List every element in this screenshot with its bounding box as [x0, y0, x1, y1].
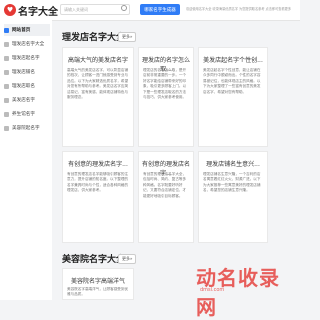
generate-button[interactable]: 哪家名字生成器 [140, 4, 180, 15]
sidebar-item-beauty-naming[interactable]: 美容院起名字 [4, 122, 50, 134]
section-title-beauty: 美容院名字大全 [62, 255, 126, 265]
site-logo[interactable]: ♥ 名字大全 [4, 3, 58, 18]
name-card[interactable]: 有创意的理发店名字... 有创意的理发店名字大全，包括时尚、简约、复古等多种风格… [138, 151, 194, 243]
logo-icon: ♥ [4, 4, 16, 16]
site-name: 名字大全 [18, 6, 58, 18]
sidebar-item-spa-names[interactable]: 养生馆名字 [4, 108, 50, 120]
more-button-beauty[interactable]: 更多» [118, 254, 137, 264]
list-icon [4, 83, 9, 89]
card-desc: 高端大气的美发店名字，可以彰显店铺的档次，让顾客一进门就感受到专业与品位。以下为… [67, 68, 129, 100]
list-icon [4, 41, 9, 47]
card-title: 理发店铺名生意兴... [206, 161, 260, 168]
card-title: 美发店起名字个性创... [203, 57, 263, 64]
watermark-url: dmsl.com [200, 287, 225, 293]
card-title: 美容院名字高端洋气 [70, 278, 125, 285]
name-card[interactable]: 理发店铺名生意兴... 理发店铺名生意兴隆，一个吉利的店名寓意着红红火火、财源广… [198, 151, 268, 243]
card-title: 有创意的理发店名字... [68, 161, 128, 168]
card-desc: 理发店的名字怎么取，是开店前非常重要的一步。一个好名字能给店铺带来好的印象，吸引… [143, 68, 187, 100]
site-notice: 欢迎使用名字大全 收录海量优质名字 为您提供取名参考 点击即可查看更多 [186, 7, 292, 11]
home-icon [4, 27, 9, 33]
sidebar-item-shop-names[interactable]: 理发店铺名 [4, 66, 50, 78]
sidebar-item-home[interactable]: 网站首页 [4, 24, 50, 36]
card-desc: 有创意的理发店名字大全，包括时尚、简约、复古等多种风格。名字既要好听好记，又要符… [143, 172, 187, 198]
search-input[interactable]: 请输入关键词 [60, 4, 130, 15]
sidebar: 网站首页 理发店名字大全 理发店起名字 理发店铺名 理发店取名 美发店名字 养生… [0, 20, 52, 300]
section-title-barber: 理发店名字大全 [62, 33, 126, 43]
card-desc: 美容院名字高端洋气，让顾客感受到优雅与品质。 [67, 287, 129, 297]
list-icon [4, 55, 9, 61]
card-desc: 理发店铺名生意兴隆，一个吉利的店名寓意着红红火火、财源广进。以下为大家推荐一些寓… [203, 172, 261, 193]
name-card[interactable]: 美容院名字高端洋气 美容院名字高端洋气，让顾客感受到优雅与品质。 [62, 268, 134, 300]
name-card[interactable]: 有创意的理发店名字... 有创意的理发店名字能够吸引顾客的注意力，提升店铺的知名… [62, 151, 134, 243]
card-title: 高端大气的美发店名字 [67, 57, 128, 64]
card-desc: 有创意的理发店名字能够吸引顾客的注意力，提升店铺的知名度。以下整理的名字兼具时尚… [67, 172, 129, 193]
name-card[interactable]: 高端大气的美发店名字 高端大气的美发店名字，可以彰显店铺的档次，让顾客一进门就感… [62, 47, 134, 147]
card-desc: 美发店起名字个性创意，能让店铺在众多同行中脱颖而出。个性的名字容易被记住，也能体… [203, 68, 261, 94]
sidebar-item-barber-naming[interactable]: 理发店起名字 [4, 52, 50, 64]
search-icon[interactable] [121, 5, 127, 11]
name-card[interactable]: 美发店起名字个性创... 美发店起名字个性创意，能让店铺在众多同行中脱颖而出。个… [198, 47, 268, 147]
sidebar-item-barber-names[interactable]: 理发店名字大全 [4, 38, 50, 50]
sidebar-item-salon-names[interactable]: 美发店名字 [4, 94, 50, 106]
name-card[interactable]: 理发店的名字怎么取... 理发店的名字怎么取，是开店前非常重要的一步。一个好名字… [138, 47, 194, 147]
list-icon [4, 69, 9, 75]
list-icon [4, 97, 9, 103]
top-bar: ♥ 名字大全 请输入关键词 哪家名字生成器 欢迎使用名字大全 收录海量优质名字 … [0, 0, 300, 21]
list-icon [4, 125, 9, 131]
list-icon [4, 111, 9, 117]
more-button-barber[interactable]: 更多» [118, 32, 137, 42]
sidebar-item-barber-take-name[interactable]: 理发店取名 [4, 80, 50, 92]
